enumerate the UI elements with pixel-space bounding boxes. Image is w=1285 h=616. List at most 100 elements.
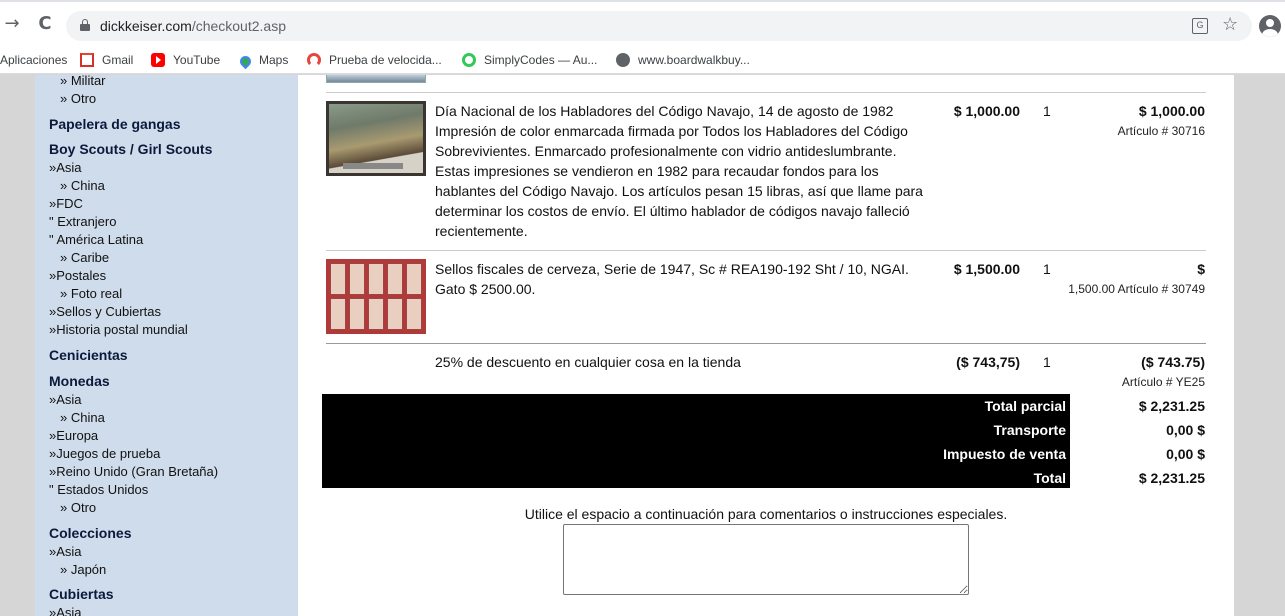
sidebar-link[interactable]: »Historia postal mundial bbox=[49, 321, 188, 339]
url-text[interactable]: dickkeiser.com/checkout2.asp bbox=[100, 18, 286, 34]
url-domain: dickkeiser.com bbox=[100, 18, 192, 34]
desc-line: Estas impresiones se vendieron en 1982 p… bbox=[435, 163, 879, 179]
forward-icon[interactable]: → bbox=[2, 14, 22, 34]
sidebar-heading[interactable]: Colecciones bbox=[49, 525, 131, 541]
desc-line: Sobrevivientes. Enmarcado profesionalmen… bbox=[435, 143, 897, 159]
item-price: ($ 743,75) bbox=[956, 354, 1020, 370]
sidebar-link[interactable]: » Militar bbox=[60, 75, 106, 90]
shipping-label: Transporte bbox=[993, 422, 1066, 438]
row-divider bbox=[326, 343, 1206, 344]
product-thumbnail[interactable] bbox=[326, 75, 426, 83]
page-viewport: » Militar » Otro Papelera de gangas Boy … bbox=[0, 75, 1285, 616]
sidebar-link[interactable]: » Foto real bbox=[60, 285, 122, 303]
sales-tax-label: Impuesto de venta bbox=[943, 446, 1066, 462]
sidebar-link[interactable]: »Postales bbox=[49, 267, 106, 285]
item-quantity: 1 bbox=[1043, 103, 1051, 119]
shipping-value: 0,00 $ bbox=[1166, 422, 1205, 438]
sidebar-heading[interactable]: Boy Scouts / Girl Scouts bbox=[49, 141, 212, 157]
subtotal-label: Total parcial bbox=[984, 398, 1066, 414]
bookmark-maps[interactable]: Maps bbox=[237, 51, 289, 70]
item-description: Día Nacional de los Habladores del Códig… bbox=[435, 101, 945, 241]
sidebar-link[interactable]: » Otro bbox=[60, 90, 96, 108]
item-price: $ 1,500.00 bbox=[953, 261, 1020, 277]
sidebar-link[interactable]: »Reino Unido (Gran Bretaña) bbox=[49, 463, 218, 481]
total-value: $ 2,231.25 bbox=[1138, 470, 1205, 486]
bookmark-youtube[interactable]: YouTube bbox=[151, 51, 220, 69]
bookmark-label: Aplicaciones bbox=[0, 53, 68, 67]
profile-avatar-icon[interactable] bbox=[1259, 15, 1281, 37]
simplycodes-icon bbox=[462, 53, 476, 67]
sidebar-link[interactable]: »Asia bbox=[49, 604, 82, 616]
bookmark-gmail[interactable]: Gmail bbox=[80, 51, 133, 69]
item-sku: 1,500.00 Artículo # 30749 bbox=[1068, 282, 1205, 296]
sidebar-heading[interactable]: Papelera de gangas bbox=[49, 116, 181, 132]
address-bar[interactable]: dickkeiser.com/checkout2.asp G ☆ bbox=[66, 11, 1252, 41]
bookmark-simplycodes[interactable]: SimplyCodes — Au... bbox=[462, 51, 597, 69]
item-price: $ 1,000.00 bbox=[953, 103, 1020, 119]
sidebar-link[interactable]: » Otro bbox=[60, 499, 96, 517]
comments-textarea[interactable] bbox=[563, 524, 969, 595]
youtube-icon bbox=[151, 53, 165, 67]
bookmark-star-icon[interactable]: ☆ bbox=[1222, 14, 1238, 35]
bookmark-label: YouTube bbox=[173, 53, 221, 67]
sidebar-link[interactable]: » China bbox=[60, 409, 105, 427]
sidebar-heading[interactable]: Monedas bbox=[49, 373, 110, 389]
desc-line: determinar los costos de envío. El últim… bbox=[435, 203, 910, 219]
sidebar-heading[interactable]: Cubiertas bbox=[49, 586, 114, 602]
item-quantity: 1 bbox=[1043, 261, 1051, 277]
sidebar-link[interactable]: »Asia bbox=[49, 159, 82, 177]
speedtest-icon bbox=[307, 53, 321, 67]
sidebar-link[interactable]: »Asia bbox=[49, 391, 82, 409]
item-total: $ 1,000.00 bbox=[1138, 103, 1205, 119]
sidebar-link[interactable]: " América Latina bbox=[49, 231, 143, 249]
desc-line: recientemente. bbox=[435, 223, 528, 239]
bookmark-apps[interactable]: Aplicaciones bbox=[0, 51, 67, 69]
bookmark-speedtest[interactable]: Prueba de velocida... bbox=[307, 51, 442, 69]
sidebar-link[interactable]: »Sellos y Cubiertas bbox=[49, 303, 161, 321]
maps-icon bbox=[237, 53, 254, 70]
desc-line: Sellos fiscales de cerveza, Serie de 194… bbox=[435, 261, 909, 277]
desc-line: hablantes del Código Navajo. Los artícul… bbox=[435, 183, 923, 199]
url-path: /checkout2.asp bbox=[191, 18, 286, 34]
desc-line: Impresión de color enmarcada firmada por… bbox=[435, 123, 908, 139]
globe-icon bbox=[616, 53, 630, 67]
bookmark-label: Maps bbox=[259, 53, 289, 67]
total-label: Total bbox=[1033, 470, 1066, 486]
row-divider bbox=[326, 92, 1206, 93]
product-thumbnail[interactable] bbox=[326, 259, 426, 334]
reload-icon[interactable]: C bbox=[35, 14, 55, 34]
bookmark-label: Prueba de velocida... bbox=[329, 53, 442, 67]
sidebar-link[interactable]: » China bbox=[60, 177, 105, 195]
desc-line: Día Nacional de los Habladores del Códig… bbox=[435, 103, 894, 119]
bookmark-label: Gmail bbox=[102, 53, 134, 67]
gmail-icon bbox=[80, 53, 94, 67]
bookmark-label: SimplyCodes — Au... bbox=[484, 53, 598, 67]
product-thumbnail[interactable] bbox=[326, 101, 426, 176]
sidebar-link[interactable]: » Caribe bbox=[60, 249, 109, 267]
desc-line: Gato $ 2500.00. bbox=[435, 281, 536, 297]
category-sidebar: » Militar » Otro Papelera de gangas Boy … bbox=[35, 75, 298, 616]
item-description: 25% de descuento en cualquier cosa en la… bbox=[435, 352, 945, 372]
sidebar-link[interactable]: »Asia bbox=[49, 543, 82, 561]
sidebar-heading[interactable]: Cenicientas bbox=[49, 347, 128, 363]
item-quantity: 1 bbox=[1043, 354, 1051, 370]
translate-icon[interactable]: G bbox=[1192, 18, 1208, 34]
comments-instructions-label: Utilice el espacio a continuación para c… bbox=[524, 506, 1008, 522]
sales-tax-value: 0,00 $ bbox=[1166, 446, 1205, 462]
sidebar-link[interactable]: »FDC bbox=[49, 195, 83, 213]
bookmarks-bar: Aplicaciones Gmail YouTube Maps Prueba d… bbox=[0, 46, 1285, 74]
item-sku: Artículo # YE25 bbox=[1121, 375, 1205, 389]
page-right-margin bbox=[1234, 75, 1285, 616]
lock-icon[interactable] bbox=[80, 19, 90, 31]
checkout-content: Día Nacional de los Habladores del Códig… bbox=[298, 75, 1234, 616]
bookmark-boardwalkbuy[interactable]: www.boardwalkbuy... bbox=[616, 51, 750, 69]
sidebar-link[interactable]: » Japón bbox=[60, 561, 106, 579]
sidebar-link[interactable]: »Juegos de prueba bbox=[49, 445, 160, 463]
bookmark-label: www.boardwalkbuy... bbox=[638, 53, 750, 67]
item-description: Sellos fiscales de cerveza, Serie de 194… bbox=[435, 259, 945, 299]
sidebar-link[interactable]: " Estados Unidos bbox=[49, 481, 148, 499]
sidebar-link[interactable]: »Europa bbox=[49, 427, 98, 445]
item-total: ($ 743.75) bbox=[1141, 354, 1205, 370]
item-sku: Artículo # 30716 bbox=[1117, 124, 1205, 138]
sidebar-link[interactable]: " Extranjero bbox=[49, 213, 116, 231]
